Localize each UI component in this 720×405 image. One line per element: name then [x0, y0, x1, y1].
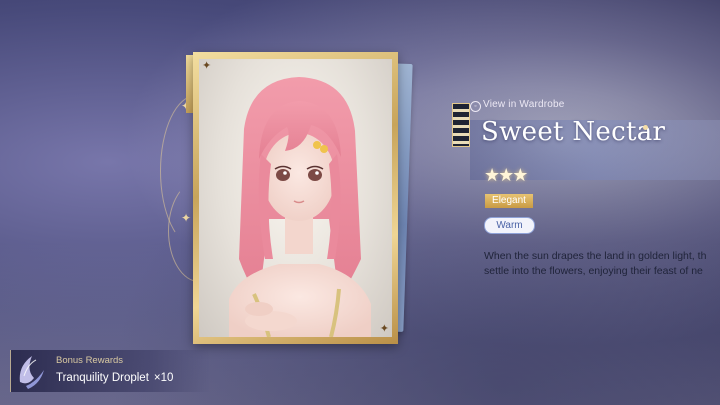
bonus-item-quantity: ×10	[153, 372, 174, 384]
outfit-portrait: ✦ ✦	[199, 59, 392, 337]
style-tag-elegant: Elegant	[485, 194, 533, 208]
card-corner-ornament-icon: ✦	[202, 60, 212, 72]
view-in-wardrobe-link[interactable]: ◦ View in Wardrobe	[470, 99, 565, 112]
bonus-item-name: Tranquility Droplet	[56, 372, 149, 384]
character-illustration	[229, 77, 371, 337]
tranquility-droplet-icon[interactable]	[14, 352, 48, 390]
rarity-stars: ★★★	[484, 165, 528, 185]
title-sparkle-icon	[643, 125, 648, 130]
bonus-reward-item: Tranquility Droplet ×10	[56, 372, 173, 384]
mood-tag-warm: Warm	[484, 217, 535, 234]
film-strip-decoration	[452, 103, 470, 147]
view-icon: ◦	[470, 101, 481, 112]
description-line: When the sun drapes the land in golden l…	[484, 250, 707, 262]
outfit-description: When the sun drapes the land in golden l…	[484, 249, 720, 279]
outfit-title: Sweet Nectar	[481, 117, 666, 147]
sparkle-icon: ✦	[181, 211, 192, 225]
description-line: settle into the flowers, enjoying their …	[484, 265, 703, 277]
bonus-rewards-label: Bonus Rewards	[56, 355, 124, 366]
outfit-card[interactable]: ✦ ✦	[193, 52, 398, 344]
card-corner-ornament-icon: ✦	[379, 323, 389, 335]
view-in-wardrobe-label: View in Wardrobe	[483, 99, 565, 110]
